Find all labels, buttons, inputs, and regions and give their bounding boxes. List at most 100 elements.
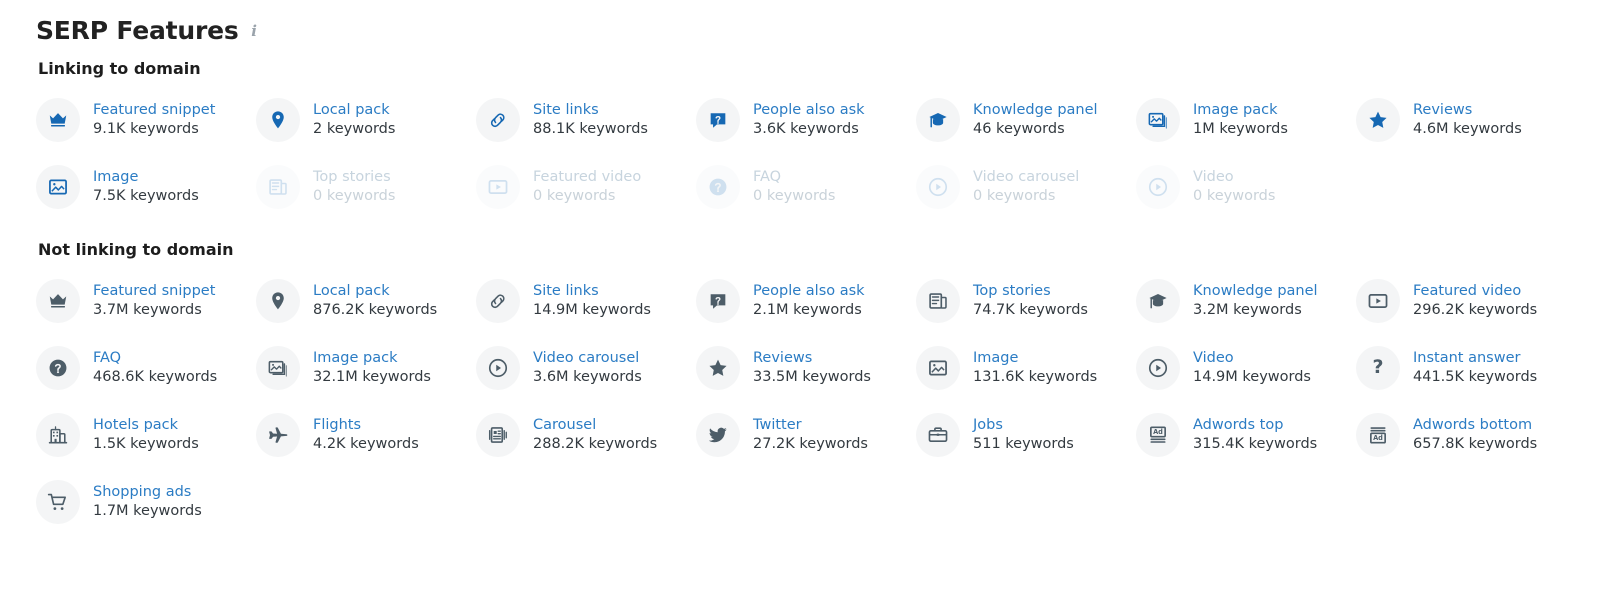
question-bubble-icon xyxy=(696,279,740,323)
serp-feature-item[interactable]: Flights4.2K keywords xyxy=(256,401,476,468)
feature-name-link[interactable]: Featured snippet xyxy=(93,282,215,300)
feature-name-link: Top stories xyxy=(313,168,395,186)
feature-name-link[interactable]: Image pack xyxy=(1193,101,1288,119)
serp-feature-item[interactable]: Site links88.1K keywords xyxy=(476,86,696,153)
serp-feature-item[interactable]: Video carousel3.6M keywords xyxy=(476,334,696,401)
feature-name-link[interactable]: Knowledge panel xyxy=(973,101,1098,119)
serp-feature-item[interactable]: Twitter27.2K keywords xyxy=(696,401,916,468)
serp-feature-item[interactable]: Local pack2 keywords xyxy=(256,86,476,153)
crown-icon xyxy=(36,98,80,142)
serp-feature-item[interactable]: Image131.6K keywords xyxy=(916,334,1136,401)
info-icon[interactable]: i xyxy=(248,23,261,39)
feature-labels: Video14.9M keywords xyxy=(1193,349,1311,386)
feature-name-link[interactable]: Featured video xyxy=(1413,282,1537,300)
feature-name-link[interactable]: Image xyxy=(93,168,199,186)
feature-labels: Featured video0 keywords xyxy=(533,168,641,205)
svg-text:Ad: Ad xyxy=(1153,428,1163,436)
feature-labels: People also ask2.1M keywords xyxy=(753,282,865,319)
feature-name-link[interactable]: Knowledge panel xyxy=(1193,282,1318,300)
feature-keyword-count: 0 keywords xyxy=(1193,187,1275,205)
feature-name-link[interactable]: Shopping ads xyxy=(93,483,202,501)
serp-feature-item[interactable]: Reviews4.6M keywords xyxy=(1356,86,1576,153)
feature-name-link[interactable]: Video xyxy=(1193,349,1311,367)
serp-feature-item[interactable]: FAQ468.6K keywords xyxy=(36,334,256,401)
serp-feature-item[interactable]: People also ask2.1M keywords xyxy=(696,267,916,334)
graduation-cap-icon xyxy=(1136,279,1180,323)
feature-name-link[interactable]: Adwords top xyxy=(1193,416,1317,434)
serp-feature-item[interactable]: ? Instant answer441.5K keywords xyxy=(1356,334,1576,401)
feature-labels: Flights4.2K keywords xyxy=(313,416,419,453)
feature-labels: FAQ468.6K keywords xyxy=(93,349,217,386)
feature-name-link[interactable]: FAQ xyxy=(93,349,217,367)
feature-labels: Reviews4.6M keywords xyxy=(1413,101,1522,138)
feature-name-link[interactable]: Local pack xyxy=(313,282,437,300)
feature-name-link[interactable]: Reviews xyxy=(753,349,871,367)
feature-name-link[interactable]: Featured snippet xyxy=(93,101,215,119)
feature-name-link[interactable]: Carousel xyxy=(533,416,657,434)
adwords-top-icon: Ad xyxy=(1136,413,1180,457)
serp-feature-item[interactable]: Reviews33.5M keywords xyxy=(696,334,916,401)
feature-labels: Shopping ads1.7M keywords xyxy=(93,483,202,520)
serp-feature-item[interactable]: Image pack1M keywords xyxy=(1136,86,1356,153)
airplane-icon xyxy=(256,413,300,457)
feature-labels: People also ask3.6K keywords xyxy=(753,101,865,138)
serp-feature-item[interactable]: Top stories74.7K keywords xyxy=(916,267,1136,334)
play-circle-icon xyxy=(916,165,960,209)
serp-feature-item[interactable]: People also ask3.6K keywords xyxy=(696,86,916,153)
feature-keyword-count: 441.5K keywords xyxy=(1413,368,1537,386)
feature-grid: Featured snippet9.1K keywords Local pack2… xyxy=(36,86,1600,220)
serp-feature-item[interactable]: Jobs511 keywords xyxy=(916,401,1136,468)
briefcase-icon xyxy=(916,413,960,457)
feature-name-link[interactable]: Site links xyxy=(533,101,648,119)
feature-name-link[interactable]: People also ask xyxy=(753,101,865,119)
serp-feature-item[interactable]: Video14.9M keywords xyxy=(1136,334,1356,401)
serp-feature-item[interactable]: Shopping ads1.7M keywords xyxy=(36,468,256,535)
feature-name-link[interactable]: Jobs xyxy=(973,416,1074,434)
serp-feature-item[interactable]: AdAdwords bottom657.8K keywords xyxy=(1356,401,1576,468)
feature-keyword-count: 0 keywords xyxy=(533,187,641,205)
feature-name-link[interactable]: People also ask xyxy=(753,282,865,300)
serp-features-panel: SERP Features i Linking to domainFeature… xyxy=(0,0,1600,535)
question-mark-icon: ? xyxy=(1356,346,1400,390)
serp-feature-item[interactable]: AdAdwords top315.4K keywords xyxy=(1136,401,1356,468)
feature-labels: FAQ0 keywords xyxy=(753,168,835,205)
feature-keyword-count: 14.9M keywords xyxy=(1193,368,1311,386)
feature-name-link[interactable]: Image xyxy=(973,349,1097,367)
feature-name-link: Video carousel xyxy=(973,168,1079,186)
serp-feature-item[interactable]: Image pack32.1M keywords xyxy=(256,334,476,401)
feature-name-link[interactable]: Flights xyxy=(313,416,419,434)
feature-labels: Video carousel3.6M keywords xyxy=(533,349,642,386)
serp-feature-item[interactable]: Site links14.9M keywords xyxy=(476,267,696,334)
feature-name-link[interactable]: Instant answer xyxy=(1413,349,1537,367)
feature-name-link[interactable]: Video carousel xyxy=(533,349,642,367)
feature-name-link[interactable]: Twitter xyxy=(753,416,868,434)
serp-feature-item[interactable]: Image7.5K keywords xyxy=(36,153,256,220)
crown-icon xyxy=(36,279,80,323)
section-heading: Not linking to domain xyxy=(38,240,1600,259)
feature-name-link[interactable]: Site links xyxy=(533,282,651,300)
feature-name-link[interactable]: Adwords bottom xyxy=(1413,416,1537,434)
serp-feature-item[interactable]: Local pack876.2K keywords xyxy=(256,267,476,334)
serp-feature-item[interactable]: Featured snippet3.7M keywords xyxy=(36,267,256,334)
serp-feature-item[interactable]: Featured snippet9.1K keywords xyxy=(36,86,256,153)
newspaper-icon xyxy=(256,165,300,209)
question-circle-icon xyxy=(696,165,740,209)
serp-feature-item[interactable]: Hotels pack1.5K keywords xyxy=(36,401,256,468)
serp-feature-item[interactable]: Carousel288.2K keywords xyxy=(476,401,696,468)
question-bubble-icon xyxy=(696,98,740,142)
feature-labels: Featured snippet3.7M keywords xyxy=(93,282,215,319)
feature-name-link[interactable]: Hotels pack xyxy=(93,416,199,434)
serp-feature-item[interactable]: Featured video296.2K keywords xyxy=(1356,267,1576,334)
feature-name-link[interactable]: Top stories xyxy=(973,282,1088,300)
serp-feature-item[interactable]: Knowledge panel3.2M keywords xyxy=(1136,267,1356,334)
feature-labels: Featured snippet9.1K keywords xyxy=(93,101,215,138)
feature-name-link[interactable]: Image pack xyxy=(313,349,431,367)
feature-keyword-count: 296.2K keywords xyxy=(1413,301,1537,319)
feature-labels: Jobs511 keywords xyxy=(973,416,1074,453)
feature-name-link[interactable]: Reviews xyxy=(1413,101,1522,119)
feature-keyword-count: 33.5M keywords xyxy=(753,368,871,386)
play-circle-icon xyxy=(1136,165,1180,209)
serp-feature-item[interactable]: Knowledge panel46 keywords xyxy=(916,86,1136,153)
feature-keyword-count: 9.1K keywords xyxy=(93,120,215,138)
feature-name-link[interactable]: Local pack xyxy=(313,101,395,119)
